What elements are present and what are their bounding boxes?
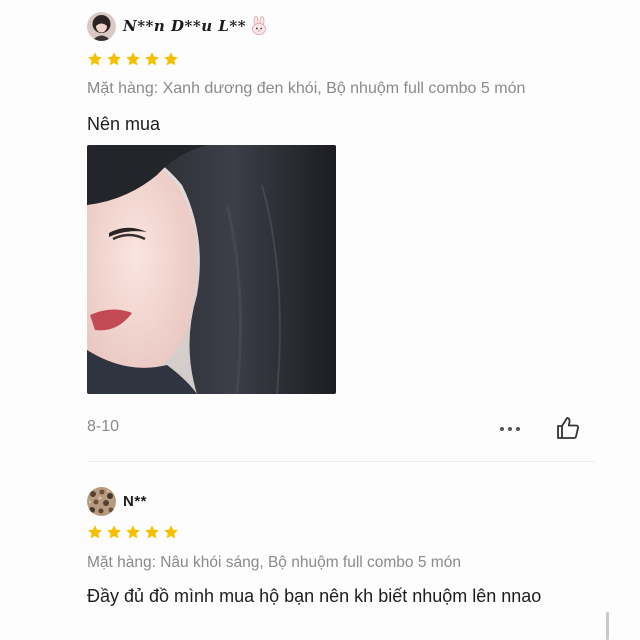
star-icon [107,52,121,66]
bunny-icon [249,16,269,36]
avatar[interactable] [87,486,116,516]
review-variant: Mặt hàng: Xanh dương đen khói, Bộ nhuộm … [87,80,526,97]
star-icon [88,525,102,539]
review-comment: Nên mua [87,114,161,134]
avatar[interactable] [87,11,116,41]
review-variant: Mặt hàng: Nâu khói sáng, Bộ nhuộm full c… [87,554,461,571]
product-reviews-page: N**n D**u L** Mặt hàng: Xanh dương đen k… [0,0,640,640]
review-user-row: N**n D**u L** [87,11,269,41]
scrollbar[interactable] [606,612,609,640]
star-icon [164,525,178,539]
review-user-row: N** [87,486,147,516]
star-icon [145,525,159,539]
review-photo[interactable] [87,145,336,394]
star-icon [88,52,102,66]
review-username: N** [123,492,148,510]
star-icon [126,525,140,539]
review-item: N** Mặt hàng: Nâu khói sáng, Bộ nhuộm fu… [0,462,640,640]
review-date: 8-10 [87,418,120,435]
star-icon [107,525,121,539]
more-dots-icon[interactable] [497,420,523,438]
star-icon [164,52,178,66]
thumbs-up-icon[interactable] [555,415,581,441]
review-comment: Đầy đủ đồ mình mua hộ bạn nên kh biết nh… [87,586,542,606]
review-item: N**n D**u L** Mặt hàng: Xanh dương đen k… [0,0,640,462]
star-rating [87,51,179,67]
review-username: N**n D**u L** [123,17,247,35]
star-rating [87,524,179,540]
star-icon [145,52,159,66]
star-icon [126,52,140,66]
